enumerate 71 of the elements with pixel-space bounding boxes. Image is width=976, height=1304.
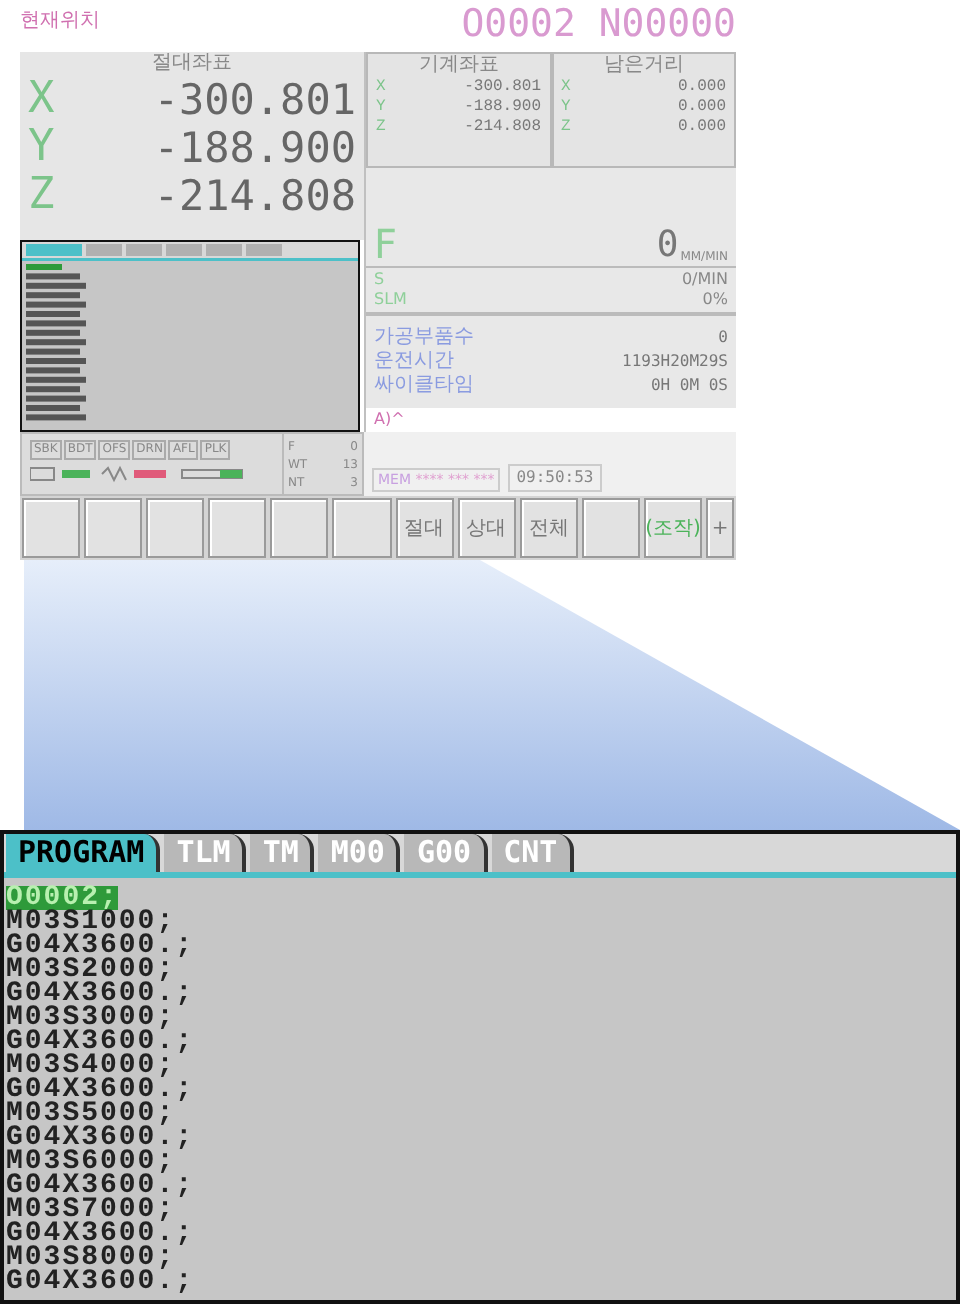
axis-label: X <box>376 78 386 98</box>
counter-value: 1193H20M29S <box>622 350 728 374</box>
feed-value: 0 <box>656 226 679 266</box>
spindle-label: S <box>374 270 385 290</box>
axis-value: -300.801 <box>153 76 356 124</box>
program-line: M03S1000; <box>6 910 176 934</box>
axis-label: Y <box>28 124 55 172</box>
axis-label: Z <box>28 172 55 220</box>
soft-key[interactable]: 절대 <box>395 498 454 558</box>
axis-label: Z <box>561 118 571 138</box>
axis-label: Y <box>376 98 386 118</box>
program-line: M03S5000; <box>6 1102 176 1126</box>
program-line: G04X3600.; <box>6 982 195 1006</box>
program-line: M03S8000; <box>6 1246 176 1270</box>
axis-label: Y <box>561 98 571 118</box>
program-line: G04X3600.; <box>6 1126 195 1150</box>
counter-value: 0 <box>718 326 728 350</box>
axis-value: -188.900 <box>153 124 356 172</box>
counter-label: 가공부품수 <box>374 326 474 350</box>
panel-heading: 절대좌표 <box>150 52 234 76</box>
panel-heading: 남은거리 <box>601 54 686 78</box>
soft-key[interactable]: (조작) <box>643 498 703 558</box>
next-key[interactable]: + <box>706 498 735 558</box>
counter-label: 싸이클타임 <box>374 374 474 398</box>
axis-value: -214.808 <box>464 118 541 138</box>
program-number: O0002 N00000 <box>461 0 736 48</box>
spindle-label: SLM <box>374 290 407 310</box>
program-line: M03S4000; <box>6 1054 176 1078</box>
input-prompt: A)^ <box>366 408 736 432</box>
tab[interactable]: CNT <box>491 834 574 872</box>
soft-key[interactable] <box>84 498 143 558</box>
axis-value: 0.000 <box>677 118 726 138</box>
soft-key[interactable]: 상대 <box>457 498 516 558</box>
program-line: G04X3600.; <box>6 934 195 958</box>
axis-value: 0.000 <box>677 98 726 118</box>
soft-key[interactable]: 전체 <box>519 498 578 558</box>
tab[interactable]: G00 <box>404 834 488 872</box>
program-line: G04X3600.; <box>6 1222 195 1246</box>
program-line: G04X3600.; <box>6 1078 195 1102</box>
clock-time: 09:50:53 <box>508 464 602 492</box>
axis-label: X <box>28 76 55 124</box>
axis-value: -188.900 <box>464 98 541 118</box>
counter-value: 0H 0M 0S <box>650 374 728 398</box>
tab[interactable]: M00 <box>318 834 401 872</box>
soft-key[interactable] <box>581 498 640 558</box>
tab[interactable]: TLM <box>164 834 247 872</box>
program-line: M03S6000; <box>6 1150 176 1174</box>
program-line: M03S7000; <box>6 1198 176 1222</box>
program-line: G04X3600.; <box>6 1030 195 1054</box>
spindle-value: 0/MIN <box>681 270 728 290</box>
program-line: G04X3600.; <box>6 1174 195 1198</box>
soft-key[interactable] <box>146 498 205 558</box>
soft-key[interactable] <box>332 498 392 558</box>
axis-label: Z <box>376 118 386 138</box>
program-line: M03S2000; <box>6 958 176 982</box>
tab[interactable]: TM <box>250 834 315 872</box>
axis-value: 0.000 <box>677 78 726 98</box>
counter-label: 운전시간 <box>374 350 454 374</box>
program-line: M03S3000; <box>6 1006 176 1030</box>
tab[interactable]: PROGRAM <box>6 834 161 872</box>
program-line: G04X3600.; <box>6 1270 195 1294</box>
spindle-value: 0% <box>702 290 728 310</box>
axis-value: -300.801 <box>464 78 541 98</box>
axis-label: X <box>561 78 571 98</box>
axis-value: -214.808 <box>153 172 356 220</box>
soft-key[interactable] <box>270 498 329 558</box>
screen-title: 현재위치 <box>20 8 100 36</box>
soft-key[interactable] <box>22 498 81 558</box>
feed-label: F <box>374 222 398 266</box>
soft-key[interactable] <box>208 498 267 558</box>
panel-heading: 기계좌표 <box>416 54 501 78</box>
